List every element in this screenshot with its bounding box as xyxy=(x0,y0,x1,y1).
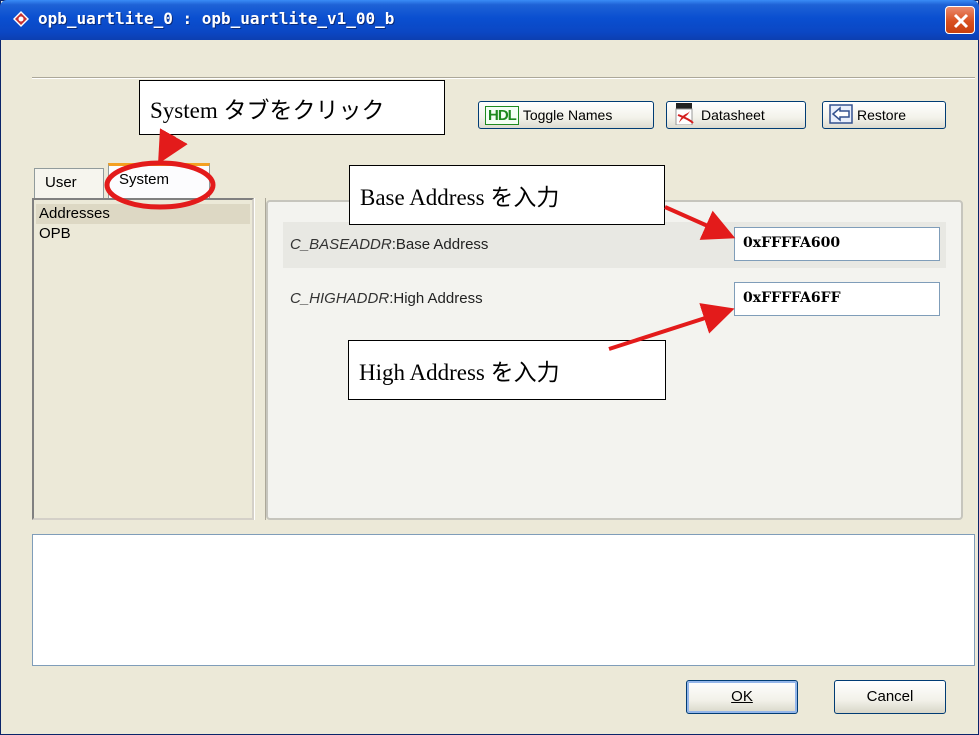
ok-label: OK xyxy=(731,688,753,705)
base-address-label: C_BASEADDR:Base Address xyxy=(290,236,489,253)
annotation-high-address: High Address を入力 xyxy=(348,340,666,400)
annotation-base-address: Base Address を入力 xyxy=(349,165,665,225)
panel-splitter[interactable] xyxy=(254,198,266,520)
cancel-button[interactable]: Cancel xyxy=(834,680,946,714)
close-button[interactable] xyxy=(945,6,975,34)
hdl-icon: HDL xyxy=(485,105,519,125)
annotation-system-tab: System タブをクリック xyxy=(139,80,445,135)
list-item-opb[interactable]: OPB xyxy=(36,224,250,244)
base-param-name: C_BASEADDR xyxy=(290,236,392,253)
toggle-names-label: Toggle Names xyxy=(522,107,613,123)
high-param-desc: High Address xyxy=(393,290,483,307)
tab-user[interactable]: User xyxy=(34,168,104,198)
restore-label: Restore xyxy=(857,107,907,123)
toggle-names-button[interactable]: HDL Toggle Names xyxy=(478,101,654,129)
datasheet-label: Datasheet xyxy=(701,107,765,123)
restore-arrow-icon xyxy=(829,103,853,127)
tab-system-label: System xyxy=(119,171,170,188)
annotation-system-tab-text: System タブをクリック xyxy=(150,97,385,123)
list-item-addresses[interactable]: Addresses xyxy=(36,204,250,224)
category-list: Addresses OPB xyxy=(32,198,254,520)
restore-button[interactable]: Restore xyxy=(822,101,946,129)
base-address-input[interactable]: 0xFFFFA600 xyxy=(734,227,940,261)
tab-user-label: User xyxy=(45,174,77,191)
annotation-base-address-text: Base Address を入力 xyxy=(360,185,560,210)
ok-button[interactable]: OK xyxy=(686,680,798,714)
description-box xyxy=(32,534,975,666)
datasheet-button[interactable]: Datasheet xyxy=(666,101,806,129)
base-param-desc: Base Address xyxy=(395,236,489,253)
annotation-high-address-text: High Address を入力 xyxy=(359,360,560,385)
separator-line xyxy=(32,77,975,79)
high-address-input[interactable]: 0xFFFFA6FF xyxy=(734,282,940,316)
xilinx-app-icon xyxy=(12,10,30,28)
cancel-label: Cancel xyxy=(866,688,914,705)
pdf-icon xyxy=(673,102,697,128)
tab-system[interactable]: System xyxy=(108,163,210,199)
close-icon xyxy=(953,13,969,29)
window-title: opb_uartlite_0 : opb_uartlite_v1_00_b xyxy=(38,9,395,28)
high-param-name: C_HIGHADDR xyxy=(290,290,390,307)
high-address-label: C_HIGHADDR:High Address xyxy=(290,290,483,307)
